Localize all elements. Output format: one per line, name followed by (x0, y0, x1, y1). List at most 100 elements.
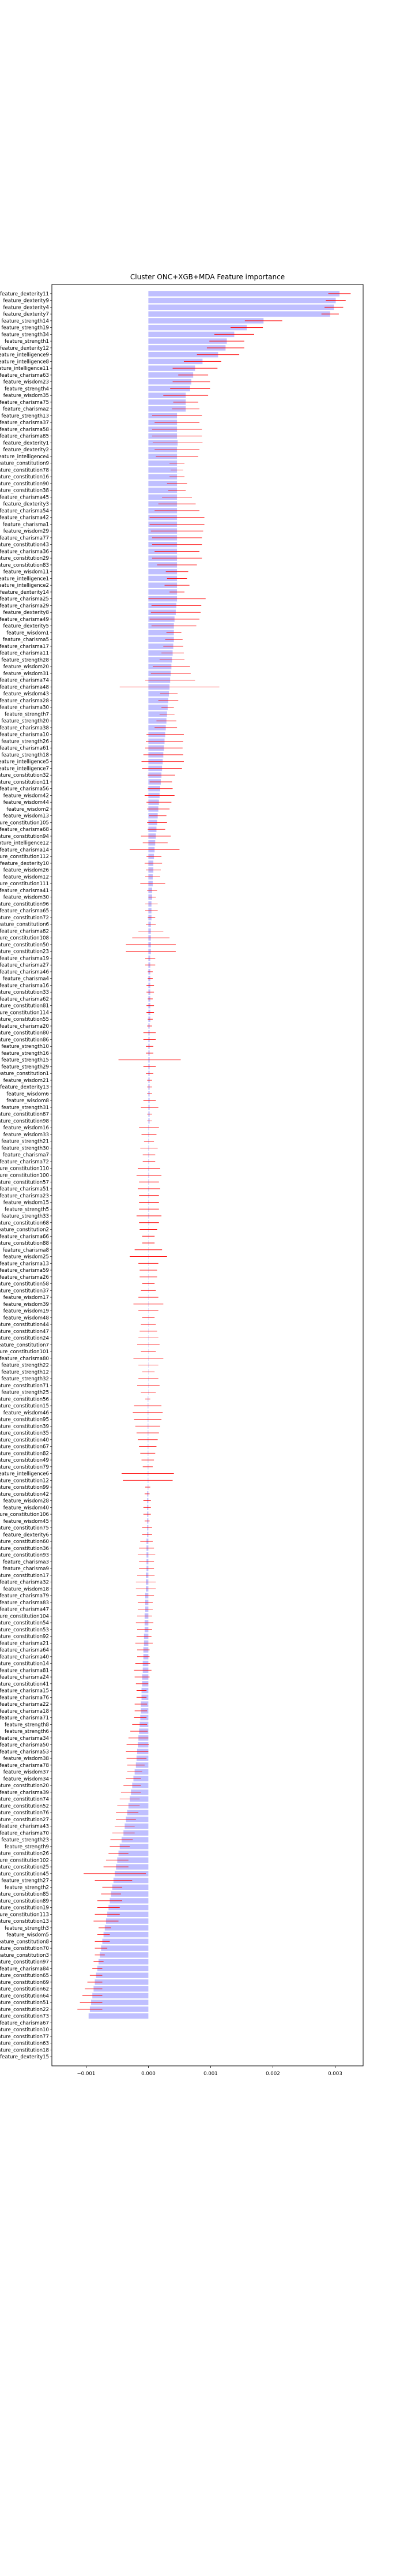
y-tick-label: feature_constitution104 (0, 1613, 49, 1619)
y-tick-label: feature_constitution67 (0, 1444, 49, 1450)
y-tick-label: feature_intelligence4 (0, 454, 49, 460)
y-tick-label: feature_charisma76 (0, 1695, 49, 1701)
y-tick-label: feature_charisma32 (0, 1580, 49, 1586)
y-tick-label: feature_charisma79 (0, 1593, 49, 1599)
y-tick-label: feature_charisma58 (0, 427, 49, 433)
y-tick-label: feature_charisma75 (0, 400, 49, 406)
y-tick-label: feature_strength5 (5, 1207, 49, 1212)
y-tick-label: feature_constitution79 (0, 1465, 49, 1470)
y-tick-label: feature_charisma62 (0, 997, 49, 1002)
bar-feature_constitution65 (96, 1972, 149, 1978)
y-tick-label: feature_wisdom46 (3, 1410, 49, 1416)
y-tick-label: feature_strength16 (2, 1051, 49, 1057)
y-tick-label: feature_charisma40 (0, 1654, 49, 1660)
y-tick-label: feature_constitution9 (0, 461, 49, 467)
y-tick-label: feature_charisma5 (3, 637, 49, 643)
y-tick-label: feature_constitution71 (0, 1383, 49, 1389)
y-tick-label: feature_constitution35 (0, 1431, 49, 1436)
y-tick-label: feature_strength29 (2, 1064, 49, 1070)
y-tick-label: feature_intelligence5 (0, 759, 49, 765)
y-tick-label: feature_constitution60 (0, 1539, 49, 1545)
y-tick-label: feature_dexterity4 (3, 305, 49, 310)
y-tick-label: feature_constitution57 (0, 1180, 49, 1185)
y-tick-label: feature_strength32 (2, 1376, 49, 1382)
y-tick-label: feature_charisma43 (0, 1824, 49, 1830)
y-tick-label: feature_constitution85 (0, 1892, 49, 1897)
y-tick-label: feature_constitution99 (0, 1485, 49, 1491)
y-tick-label: feature_constitution64 (0, 1993, 49, 1999)
chart-figure: Cluster ONC+XGB+MDA Feature importance f… (0, 273, 364, 2077)
y-tick-label: feature_constitution55 (0, 1017, 49, 1023)
y-tick-label: feature_strength9 (5, 1844, 49, 1850)
error-bars-layer (77, 293, 351, 2010)
y-tick-label: feature_charisma53 (0, 1749, 49, 1755)
y-tick-label: feature_charisma16 (0, 983, 49, 989)
bar-feature_dexterity4 (148, 304, 334, 310)
y-tick-labels: feature_dexterity11feature_dexterity9fea… (0, 291, 52, 2060)
y-tick-label: feature_charisma66 (0, 1234, 49, 1240)
y-tick-label: feature_constitution20 (0, 1783, 49, 1789)
y-tick-label: feature_wisdom43 (3, 691, 49, 697)
y-tick-label: feature_constitution87 (0, 1112, 49, 1118)
y-tick-label: feature_constitution62 (0, 1987, 49, 1993)
y-tick-label: feature_charisma82 (0, 928, 49, 934)
y-tick-label: feature_constitution22 (0, 2007, 49, 2013)
y-tick-label: feature_constitution36 (0, 1546, 49, 1552)
y-tick-label: feature_constitution10 (0, 2027, 49, 2033)
y-tick-label: feature_constitution65 (0, 1973, 49, 1979)
y-tick-label: feature_charisma9 (3, 1566, 49, 1572)
y-tick-label: feature_charisma15 (0, 1688, 49, 1694)
y-tick-label: feature_wisdom35 (3, 393, 49, 399)
y-tick-label: feature_strength27 (2, 1878, 49, 1884)
y-tick-label: feature_charisma19 (0, 956, 49, 961)
y-tick-label: feature_charisma10 (0, 732, 49, 738)
y-tick-label: feature_strength12 (2, 1369, 49, 1375)
y-tick-label: feature_strength34 (2, 332, 49, 338)
y-tick-label: feature_charisma26 (0, 1275, 49, 1280)
y-tick-label: feature_charisma70 (0, 1830, 49, 1836)
y-tick-label: feature_constitution83 (0, 563, 49, 568)
y-tick-label: feature_strength25 (2, 1390, 49, 1396)
y-tick-label: feature_intelligence9 (0, 353, 49, 358)
y-tick-label: feature_strength20 (2, 718, 49, 724)
y-tick-label: feature_constitution94 (0, 834, 49, 840)
y-tick-label: feature_charisma29 (0, 603, 49, 609)
y-tick-label: feature_constitution113 (0, 1912, 49, 1918)
plot-frame (51, 284, 364, 2066)
y-tick-label: feature_constitution96 (0, 901, 49, 907)
y-tick-label: feature_strength21 (2, 1139, 49, 1145)
y-tick-label: feature_wisdom48 (3, 1315, 49, 1321)
y-tick-label: feature_dexterity7 (3, 312, 49, 317)
y-tick-label: feature_wisdom5 (6, 1933, 49, 1938)
y-tick-label: feature_constitution6 (0, 922, 49, 928)
bars-layer (88, 291, 339, 2019)
y-tick-label: feature_constitution111 (0, 881, 49, 887)
bar-feature_constitution69 (95, 1979, 149, 1985)
y-tick-label: feature_constitution8 (0, 1939, 49, 1945)
y-tick-label: feature_intelligence2 (0, 583, 49, 589)
y-tick-label: feature_charisma18 (0, 1709, 49, 1714)
y-tick-label: feature_constitution43 (0, 542, 49, 548)
y-tick-label: feature_intelligence11 (0, 366, 49, 372)
y-tick-label: feature_strength8 (5, 1722, 49, 1728)
y-tick-label: feature_charisma67 (0, 2020, 49, 2026)
y-tick-label: feature_constitution98 (0, 1118, 49, 1124)
y-tick-label: feature_strength7 (5, 712, 49, 717)
y-tick-label: feature_charisma51 (0, 1186, 49, 1192)
y-tick-label: feature_constitution78 (0, 467, 49, 473)
y-tick-label: feature_constitution108 (0, 935, 49, 941)
y-tick-label: feature_wisdom18 (3, 1586, 49, 1592)
y-tick-label: feature_constitution40 (0, 1437, 49, 1443)
y-tick-label: feature_constitution73 (0, 2014, 49, 2020)
y-tick-label: feature_dexterity15 (0, 2054, 49, 2060)
y-tick-label: feature_constitution63 (0, 2041, 49, 2047)
y-tick-label: feature_strength14 (2, 319, 49, 324)
y-tick-label: feature_constitution95 (0, 1417, 49, 1423)
y-tick-label: feature_charisma46 (0, 969, 49, 975)
y-tick-label: feature_constitution110 (0, 1166, 49, 1172)
bar-feature_wisdom5 (103, 1931, 149, 1938)
y-tick-label: feature_constitution82 (0, 1451, 49, 1457)
y-tick-label: feature_dexterity11 (0, 291, 49, 297)
y-tick-label: feature_intelligence12 (0, 841, 49, 847)
y-tick-label: feature_dexterity3 (3, 501, 49, 507)
